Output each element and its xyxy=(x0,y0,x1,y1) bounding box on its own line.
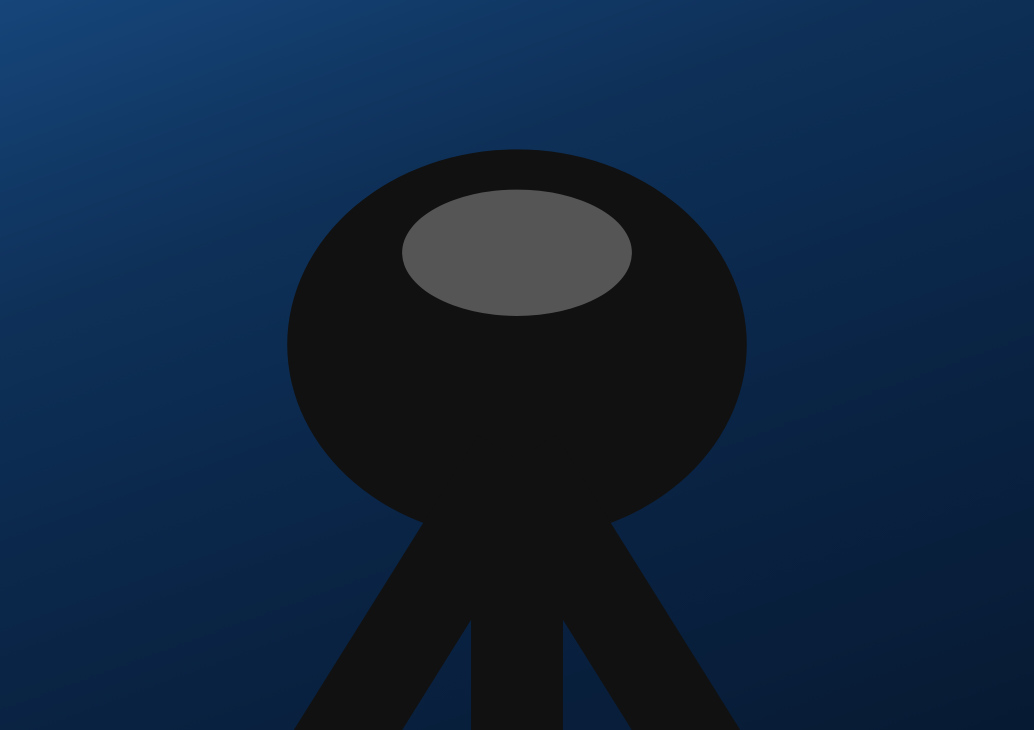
desktop-taskbar-strip xyxy=(0,712,1034,730)
titlebar: Spyder4Elite 4.5.4 ✕ xyxy=(0,0,1034,730)
spyder4elite-window: Spyder4Elite 4.5.4 ✕ GamutTone ResponseB… xyxy=(0,0,1034,730)
spyder-logo-icon xyxy=(287,149,747,730)
